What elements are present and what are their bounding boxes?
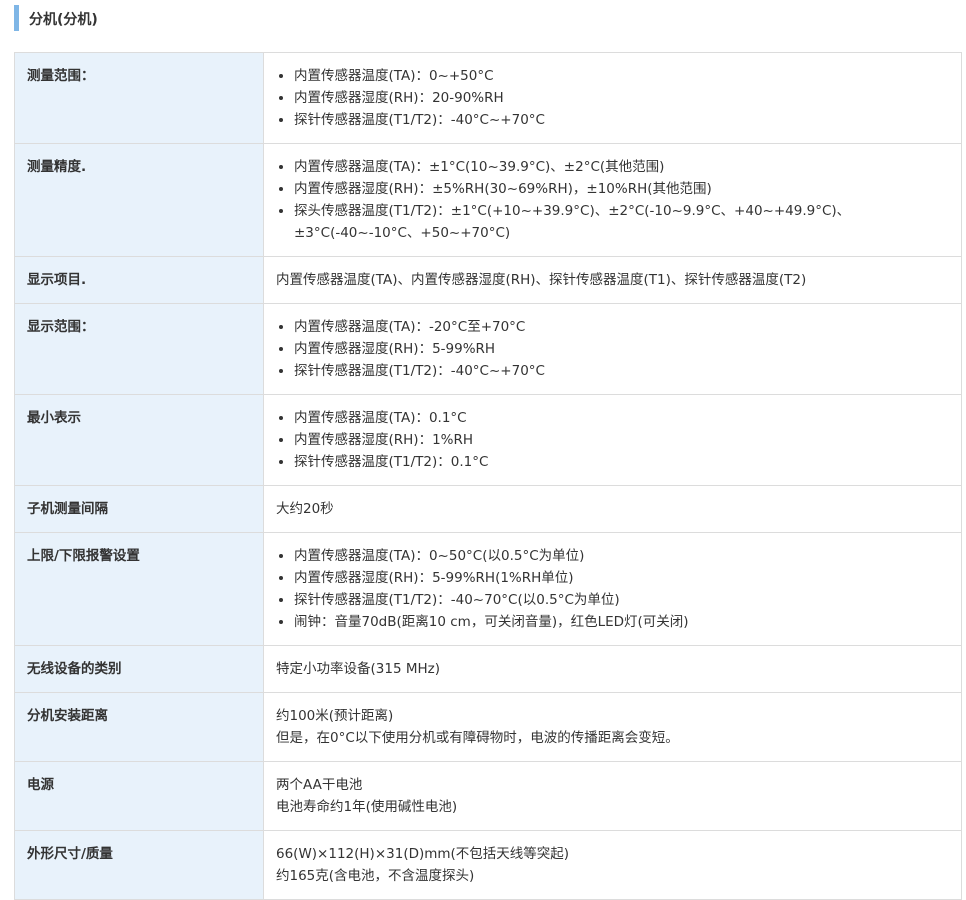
list-item: 内置传感器温度(TA)：-20°C至+70°C: [294, 316, 949, 338]
row-value: 内置传感器温度(TA)：0.1°C 内置传感器湿度(RH)：1%RH 探针传感器…: [263, 394, 962, 486]
row-label: 上限/下限报警设置: [14, 532, 264, 646]
table-row: 电源 两个AA干电池 电池寿命约1年(使用碱性电池): [14, 761, 962, 831]
list-item: 探针传感器温度(T1/T2)：-40°C~+70°C: [294, 109, 949, 131]
table-row: 显示项目. 内置传感器温度(TA)、内置传感器湿度(RH)、探针传感器温度(T1…: [14, 256, 962, 304]
row-value: 两个AA干电池 电池寿命约1年(使用碱性电池): [263, 761, 962, 831]
list-item: 内置传感器温度(TA)：0~+50°C: [294, 65, 949, 87]
value-list: 内置传感器温度(TA)：±1°C(10~39.9°C)、±2°C(其他范围) 内…: [276, 156, 949, 244]
list-item: 内置传感器温度(TA)：±1°C(10~39.9°C)、±2°C(其他范围): [294, 156, 949, 178]
value-text: 电池寿命约1年(使用碱性电池): [276, 799, 458, 815]
row-label: 测量精度.: [14, 143, 264, 257]
value-list: 内置传感器温度(TA)：-20°C至+70°C 内置传感器湿度(RH)：5-99…: [276, 316, 949, 382]
list-item: 内置传感器湿度(RH)：1%RH: [294, 429, 949, 451]
list-item: 探针传感器温度(T1/T2)：-40°C~+70°C: [294, 360, 949, 382]
table-row: 外形尺寸/质量 66(W)×112(H)×31(D)mm(不包括天线等突起) 约…: [14, 830, 962, 900]
row-label: 显示项目.: [14, 256, 264, 304]
value-text: 66(W)×112(H)×31(D)mm(不包括天线等突起): [276, 846, 570, 862]
value-text: 内置传感器温度(TA)、内置传感器湿度(RH)、探针传感器温度(T1)、探针传感…: [276, 272, 807, 288]
value-text: 两个AA干电池: [276, 777, 363, 793]
row-label: 最小表示: [14, 394, 264, 486]
value-list: 内置传感器温度(TA)：0.1°C 内置传感器湿度(RH)：1%RH 探针传感器…: [276, 407, 949, 473]
row-value: 特定小功率设备(315 MHz): [263, 645, 962, 693]
list-item: 内置传感器温度(TA)：0~50°C(以0.5°C为单位): [294, 545, 949, 567]
row-label: 外形尺寸/质量: [14, 830, 264, 900]
list-item: 内置传感器湿度(RH)：±5%RH(30~69%RH)，±10%RH(其他范围): [294, 178, 949, 200]
row-value: 内置传感器温度(TA)：0~50°C(以0.5°C为单位) 内置传感器湿度(RH…: [263, 532, 962, 646]
row-label: 测量范围：: [14, 52, 264, 144]
value-list: 内置传感器温度(TA)：0~+50°C 内置传感器湿度(RH)：20-90%RH…: [276, 65, 949, 131]
table-row: 分机安装距离 约100米(预计距离) 但是，在0°C以下使用分机或有障碍物时，电…: [14, 692, 962, 762]
row-value: 内置传感器温度(TA)、内置传感器湿度(RH)、探针传感器温度(T1)、探针传感…: [263, 256, 962, 304]
row-label: 无线设备的类别: [14, 645, 264, 693]
value-list: 内置传感器温度(TA)：0~50°C(以0.5°C为单位) 内置传感器湿度(RH…: [276, 545, 949, 633]
table-row: 测量范围： 内置传感器温度(TA)：0~+50°C 内置传感器湿度(RH)：20…: [14, 52, 962, 144]
section-title: 分机(分机): [29, 12, 98, 28]
table-row: 测量精度. 内置传感器温度(TA)：±1°C(10~39.9°C)、±2°C(其…: [14, 143, 962, 257]
table-row: 最小表示 内置传感器温度(TA)：0.1°C 内置传感器湿度(RH)：1%RH …: [14, 394, 962, 486]
table-row: 上限/下限报警设置 内置传感器温度(TA)：0~50°C(以0.5°C为单位) …: [14, 532, 962, 646]
table-row: 子机测量间隔 大约20秒: [14, 485, 962, 533]
row-value: 约100米(预计距离) 但是，在0°C以下使用分机或有障碍物时，电波的传播距离会…: [263, 692, 962, 762]
value-text: 约165克(含电池，不含温度探头): [276, 868, 475, 884]
list-item: 探针传感器温度(T1/T2)：-40~70°C(以0.5°C为单位): [294, 589, 949, 611]
list-item: 闹钟：音量70dB(距离10 cm，可关闭音量)，红色LED灯(可关闭): [294, 611, 949, 633]
row-value: 66(W)×112(H)×31(D)mm(不包括天线等突起) 约165克(含电池…: [263, 830, 962, 900]
value-text: 特定小功率设备(315 MHz): [276, 661, 440, 677]
row-value: 内置传感器温度(TA)：-20°C至+70°C 内置传感器湿度(RH)：5-99…: [263, 303, 962, 395]
spec-table: 测量范围： 内置传感器温度(TA)：0~+50°C 内置传感器湿度(RH)：20…: [14, 52, 962, 900]
list-item: 探针传感器温度(T1/T2)：0.1°C: [294, 451, 949, 473]
row-value: 大约20秒: [263, 485, 962, 533]
value-text: 但是，在0°C以下使用分机或有障碍物时，电波的传播距离会变短。: [276, 730, 679, 746]
row-value: 内置传感器温度(TA)：0~+50°C 内置传感器湿度(RH)：20-90%RH…: [263, 52, 962, 144]
section-accent-bar: [14, 5, 19, 31]
list-item: 内置传感器湿度(RH)：5-99%RH(1%RH单位): [294, 567, 949, 589]
table-row: 无线设备的类别 特定小功率设备(315 MHz): [14, 645, 962, 693]
row-label: 显示范围：: [14, 303, 264, 395]
list-item: 内置传感器温度(TA)：0.1°C: [294, 407, 949, 429]
row-value: 内置传感器温度(TA)：±1°C(10~39.9°C)、±2°C(其他范围) 内…: [263, 143, 962, 257]
row-label: 电源: [14, 761, 264, 831]
row-label: 分机安装距离: [14, 692, 264, 762]
section-header: 分机(分机): [14, 0, 966, 38]
row-label: 子机测量间隔: [14, 485, 264, 533]
list-item: 内置传感器湿度(RH)：20-90%RH: [294, 87, 949, 109]
value-text: 大约20秒: [276, 501, 334, 517]
value-text: 约100米(预计距离): [276, 708, 394, 724]
list-item: 内置传感器湿度(RH)：5-99%RH: [294, 338, 949, 360]
list-item: 探头传感器温度(T1/T2)：±1°C(+10~+39.9°C)、±2°C(-1…: [294, 200, 949, 244]
table-row: 显示范围： 内置传感器温度(TA)：-20°C至+70°C 内置传感器湿度(RH…: [14, 303, 962, 395]
